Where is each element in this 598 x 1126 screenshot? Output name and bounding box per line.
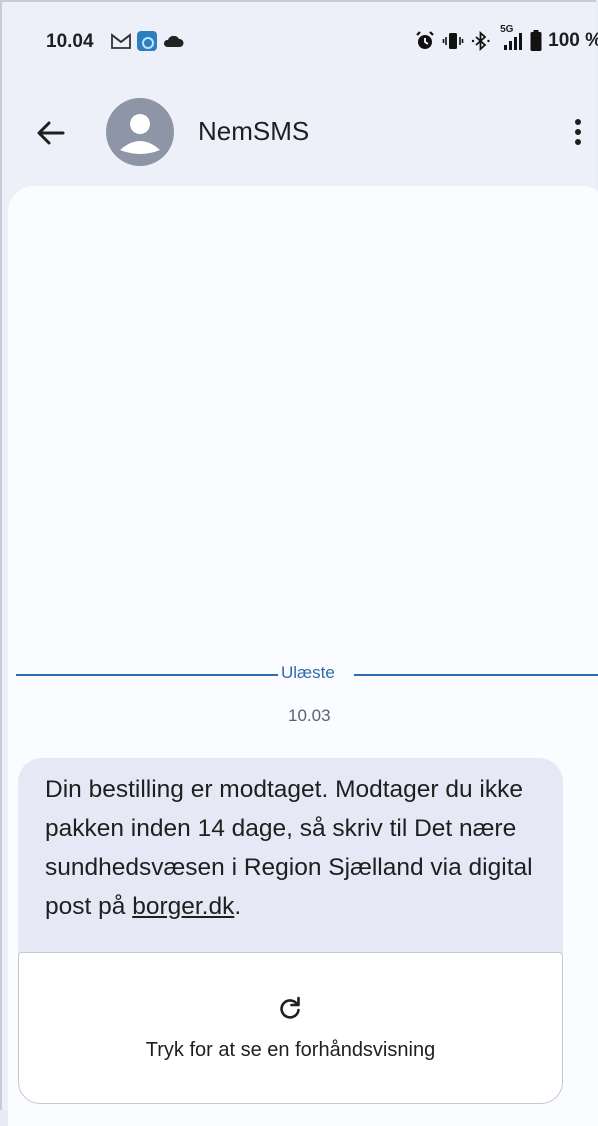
unread-divider-label: Ulæste <box>281 663 335 682</box>
unread-divider-right <box>354 674 598 676</box>
preview-label: Tryk for at se en forhåndsvisning <box>145 1039 436 1061</box>
back-button[interactable] <box>34 116 68 150</box>
more-vert-icon <box>575 119 581 145</box>
contact-avatar[interactable] <box>106 98 174 166</box>
message-end: . <box>234 893 242 920</box>
more-options-button[interactable] <box>566 112 590 152</box>
network-label: 5G <box>500 24 514 35</box>
status-bar: 10.04 5G 100 % <box>0 0 598 80</box>
status-time: 10.04 <box>46 31 94 52</box>
message-body: Din bestilling er modtaget. Modtager du … <box>45 776 533 920</box>
gmail-icon <box>110 32 132 50</box>
unread-divider-left <box>16 674 278 676</box>
battery-icon <box>530 30 542 52</box>
person-icon <box>120 114 160 154</box>
alarm-icon <box>414 30 436 52</box>
cloud-icon <box>162 33 184 49</box>
vibrate-icon <box>442 30 464 52</box>
borger-dk-link[interactable]: borger.dk <box>132 893 234 920</box>
app-icon <box>136 30 158 52</box>
contact-name[interactable]: NemSMS <box>198 116 309 147</box>
arrow-left-icon <box>37 121 65 145</box>
message-timestamp: 10.03 <box>288 706 331 725</box>
app-bar: NemSMS <box>0 90 598 182</box>
battery-percentage: 100 % <box>548 30 598 51</box>
link-preview-card[interactable]: Tryk for at se en forhåndsvisning <box>18 952 563 1104</box>
signal-icon: 5G <box>498 24 524 52</box>
message-text: Din bestilling er modtaget. Modtager du … <box>45 770 545 926</box>
bluetooth-icon <box>470 30 492 52</box>
refresh-icon <box>280 996 300 1019</box>
